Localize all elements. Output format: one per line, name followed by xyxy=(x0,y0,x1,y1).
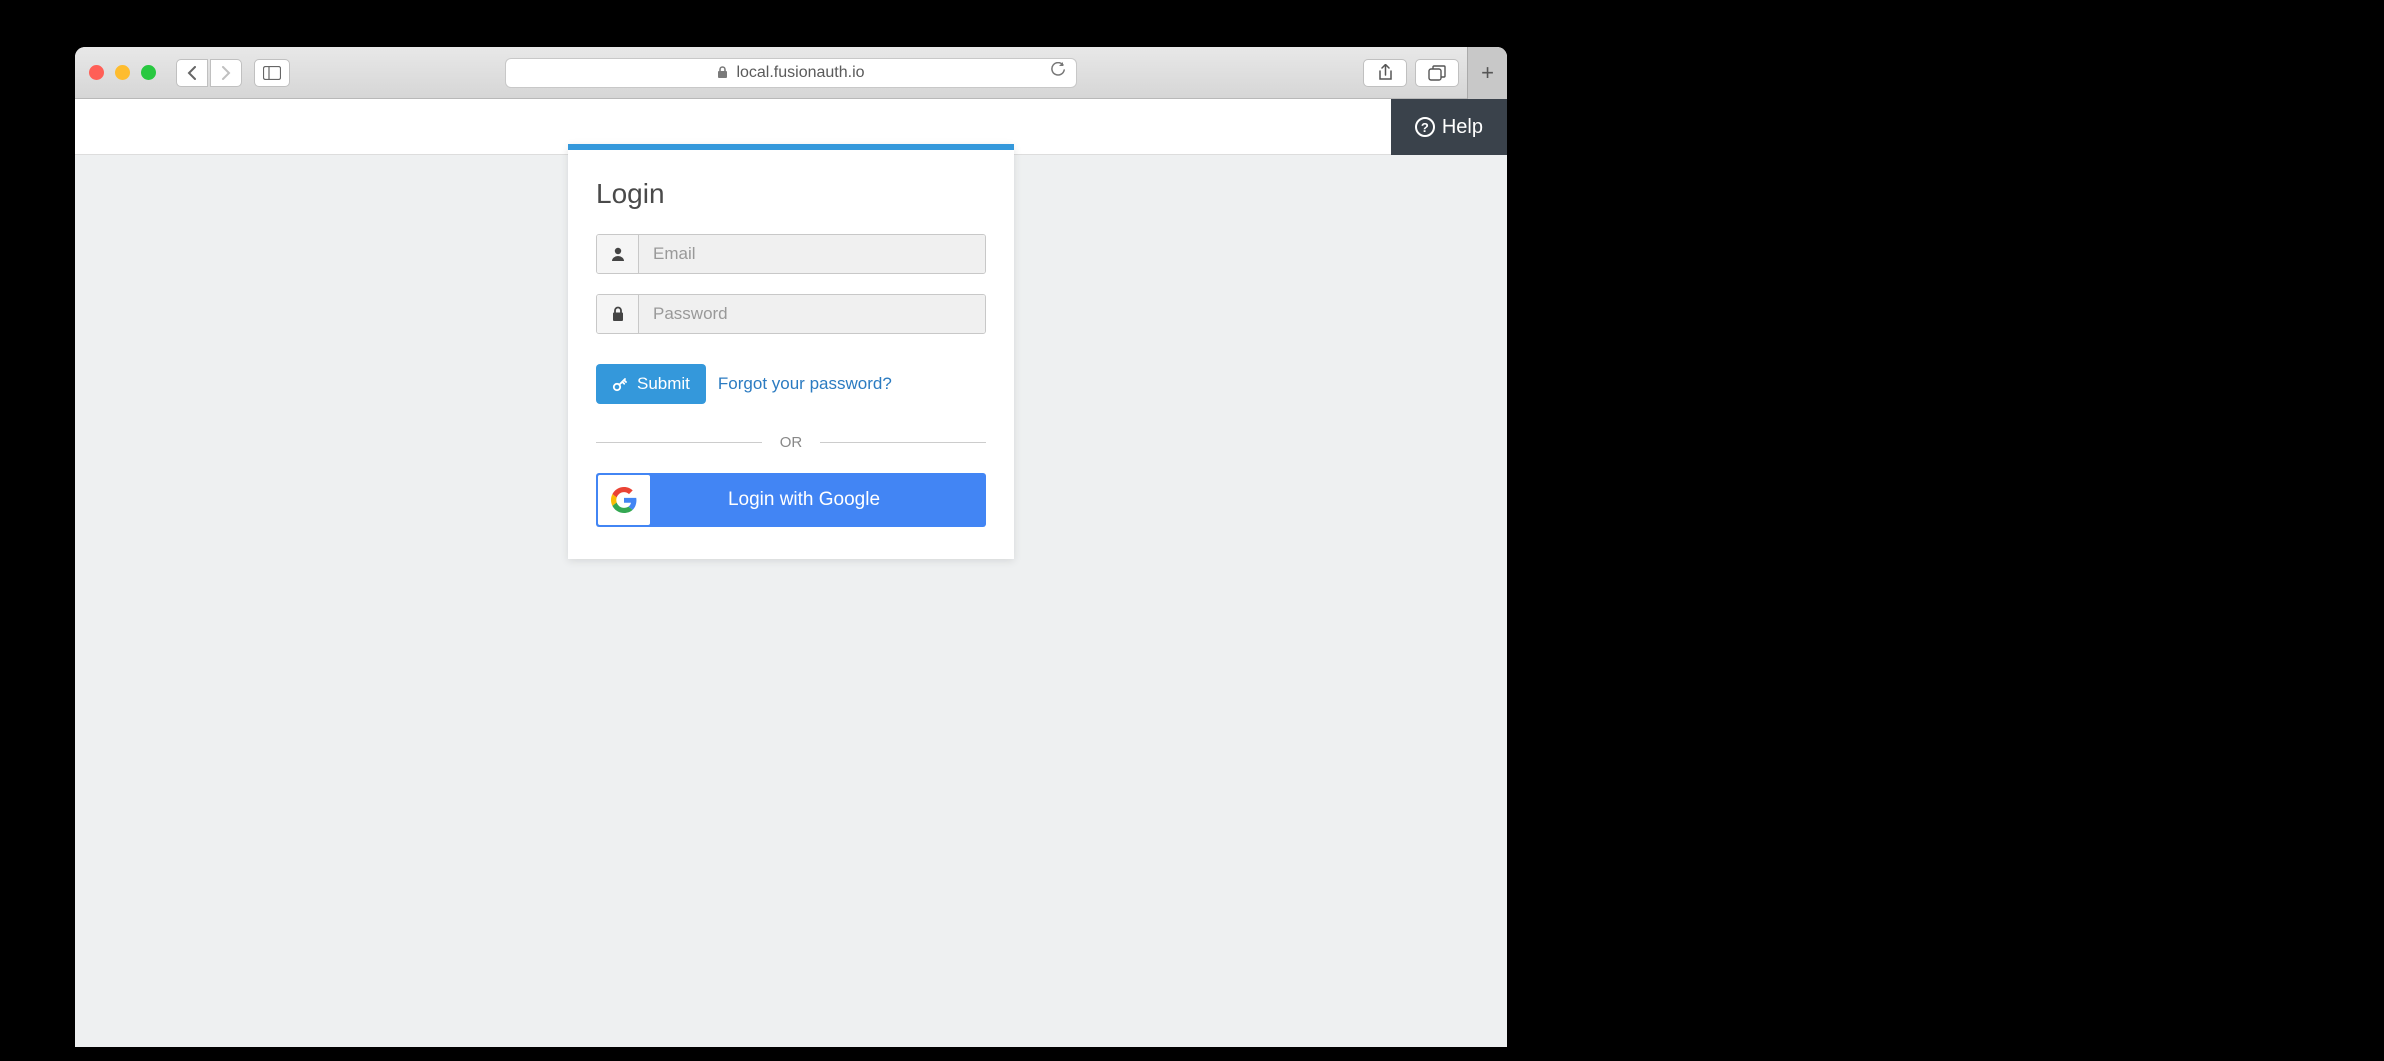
divider-label: OR xyxy=(762,434,821,451)
browser-window: local.fusionauth.io + ? Help Login xyxy=(75,47,1507,1047)
login-title: Login xyxy=(596,178,986,210)
page-body: ? Help Login Submit xyxy=(75,99,1507,1047)
user-icon xyxy=(597,235,639,273)
reload-icon[interactable] xyxy=(1050,62,1066,83)
maximize-window-icon[interactable] xyxy=(141,65,156,80)
share-button[interactable] xyxy=(1363,59,1407,87)
lock-icon xyxy=(717,66,728,79)
back-button[interactable] xyxy=(176,59,208,87)
browser-toolbar: local.fusionauth.io + xyxy=(75,47,1507,99)
key-icon xyxy=(612,376,628,392)
close-window-icon[interactable] xyxy=(89,65,104,80)
forgot-password-link[interactable]: Forgot your password? xyxy=(718,374,892,394)
nav-button-group xyxy=(176,59,242,87)
email-input[interactable] xyxy=(639,235,985,273)
lock-icon xyxy=(597,295,639,333)
url-text: local.fusionauth.io xyxy=(736,64,864,82)
login-card: Login Submit Forgot your password? xyxy=(568,144,1014,559)
password-input[interactable] xyxy=(639,295,985,333)
submit-button[interactable]: Submit xyxy=(596,364,706,404)
password-input-group xyxy=(596,294,986,334)
google-login-label: Login with Google xyxy=(652,489,986,511)
toolbar-right: + xyxy=(1363,47,1507,99)
help-button[interactable]: ? Help xyxy=(1391,99,1507,155)
minimize-window-icon[interactable] xyxy=(115,65,130,80)
google-login-button[interactable]: Login with Google xyxy=(596,473,986,527)
or-divider: OR xyxy=(596,434,986,451)
new-tab-button[interactable]: + xyxy=(1467,47,1507,99)
help-label: Help xyxy=(1442,116,1483,139)
window-controls xyxy=(89,65,156,80)
forward-button[interactable] xyxy=(210,59,242,87)
email-input-group xyxy=(596,234,986,274)
help-icon: ? xyxy=(1415,117,1435,137)
submit-label: Submit xyxy=(637,374,690,394)
login-actions: Submit Forgot your password? xyxy=(596,364,986,404)
tabs-button[interactable] xyxy=(1415,59,1459,87)
google-icon xyxy=(598,475,650,525)
sidebar-toggle-button[interactable] xyxy=(254,59,290,87)
address-bar[interactable]: local.fusionauth.io xyxy=(505,58,1077,88)
